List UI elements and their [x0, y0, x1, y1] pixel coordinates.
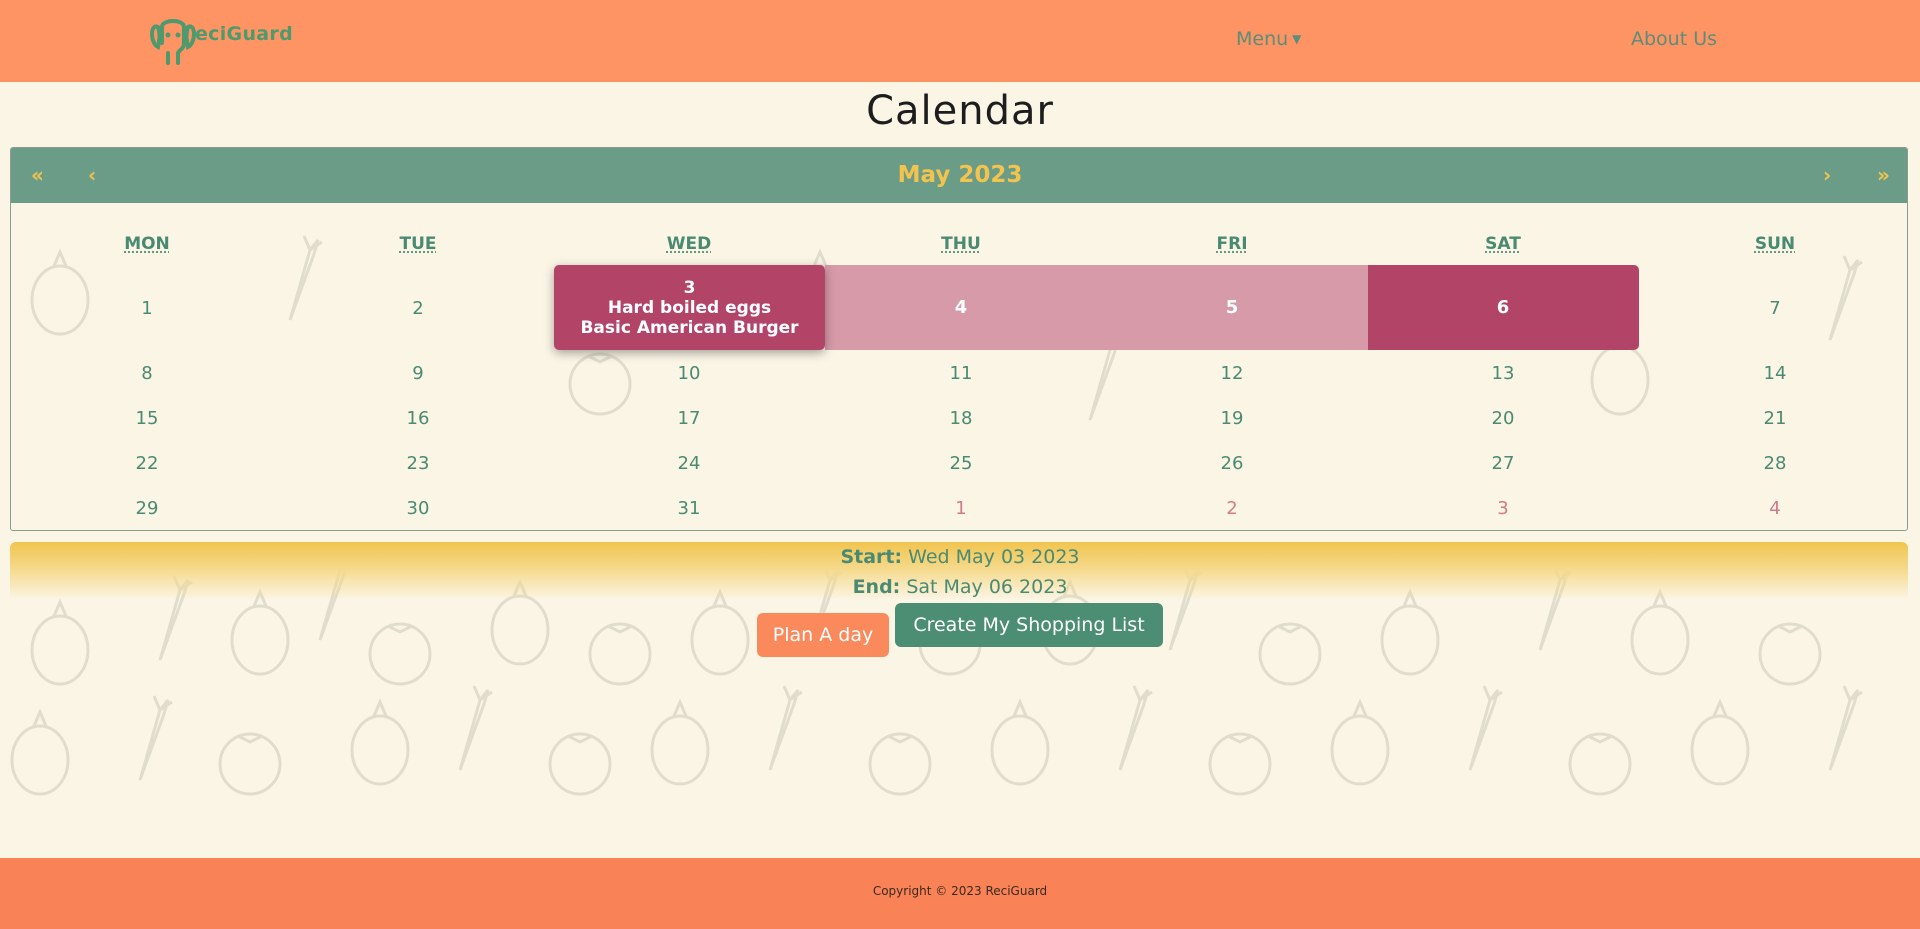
day-cell[interactable]: 10	[649, 363, 729, 384]
calendar-header: « ‹ May 2023 › »	[11, 148, 1907, 203]
day-cell[interactable]: 17	[649, 408, 729, 429]
start-day-number: 3	[683, 278, 696, 298]
month-label[interactable]: May 2023	[11, 162, 1907, 188]
day-cell[interactable]: 30	[378, 498, 458, 519]
range-highlight	[825, 265, 1368, 350]
day-cell[interactable]: 2	[378, 298, 458, 319]
day-cell[interactable]: 23	[378, 453, 458, 474]
day-cell-next-month[interactable]: 4	[1735, 498, 1815, 519]
day-cell[interactable]: 15	[107, 408, 187, 429]
day-cell[interactable]: 11	[921, 363, 1001, 384]
day-cell[interactable]: 28	[1735, 453, 1815, 474]
day-cell[interactable]: 7	[1735, 298, 1815, 319]
day-cell[interactable]: 20	[1463, 408, 1543, 429]
plan-a-day-button[interactable]: Plan A day	[757, 613, 889, 657]
footer: Copyright © 2023 ReciGuard	[0, 858, 1920, 929]
weekday-mon: MON	[124, 234, 170, 254]
day-cell[interactable]: 13	[1463, 363, 1543, 384]
day-cell-next-month[interactable]: 2	[1192, 498, 1272, 519]
day-cell[interactable]: 1	[107, 298, 187, 319]
weekday-sun: SUN	[1754, 234, 1796, 254]
brand-name: eciGuard	[195, 23, 293, 45]
day-cell-next-month[interactable]: 1	[921, 498, 1001, 519]
about-us-link[interactable]: About Us	[1631, 28, 1717, 50]
day-cell[interactable]: 22	[107, 453, 187, 474]
day-cell[interactable]: 14	[1735, 363, 1815, 384]
caret-down-icon: ▼	[1292, 32, 1302, 46]
day-cell[interactable]: 6	[1463, 297, 1543, 318]
brand-logo[interactable]: eciGuard	[148, 12, 293, 68]
day-cell[interactable]: 24	[649, 453, 729, 474]
menu-dropdown[interactable]: Menu ▼	[1236, 28, 1301, 50]
end-label: End:	[852, 576, 901, 598]
day-cell[interactable]: 8	[107, 363, 187, 384]
end-value: Sat May 06 2023	[906, 576, 1068, 598]
day-cell[interactable]: 26	[1192, 453, 1272, 474]
elephant-icon	[150, 19, 196, 65]
copyright-text: Copyright © 2023 ReciGuard	[872, 884, 1048, 898]
range-end: End: Sat May 06 2023	[0, 576, 1920, 598]
navbar: eciGuard Menu ▼ About Us	[0, 0, 1920, 82]
start-label: Start:	[840, 546, 903, 568]
start-day-meal: Basic American Burger	[580, 318, 799, 338]
weekday-sat: SAT	[1485, 234, 1521, 254]
calendar: « ‹ May 2023 › » MON TUE WED THU FRI SAT…	[10, 147, 1908, 531]
weekday-thu: THU	[941, 234, 981, 254]
create-shopping-list-button[interactable]: Create My Shopping List	[895, 603, 1163, 647]
day-cell[interactable]: 9	[378, 363, 458, 384]
day-cell[interactable]: 29	[107, 498, 187, 519]
range-start: Start: Wed May 03 2023	[0, 546, 1920, 568]
day-cell[interactable]: 18	[921, 408, 1001, 429]
menu-label: Menu	[1236, 28, 1289, 50]
day-cell[interactable]: 4	[921, 297, 1001, 318]
day-cell[interactable]: 25	[921, 453, 1001, 474]
day-cell[interactable]: 21	[1735, 408, 1815, 429]
day-cell[interactable]: 19	[1192, 408, 1272, 429]
day-cell[interactable]: 5	[1192, 297, 1272, 318]
next-month-button[interactable]: ›	[1823, 163, 1831, 187]
weekday-wed: WED	[666, 234, 712, 254]
day-cell[interactable]: 31	[649, 498, 729, 519]
page-title: Calendar	[866, 88, 1054, 134]
weekday-fri: FRI	[1216, 234, 1248, 254]
start-day-meal: Hard boiled eggs	[607, 298, 772, 318]
weekday-tue: TUE	[399, 234, 437, 254]
day-cell-next-month[interactable]: 3	[1463, 498, 1543, 519]
day-cell[interactable]: 27	[1463, 453, 1543, 474]
start-value: Wed May 03 2023	[908, 546, 1080, 568]
next-year-button[interactable]: »	[1877, 163, 1890, 187]
day-cell[interactable]: 12	[1192, 363, 1272, 384]
range-start-cell[interactable]: 3 Hard boiled eggs Basic American Burger	[554, 265, 825, 350]
day-cell[interactable]: 16	[378, 408, 458, 429]
